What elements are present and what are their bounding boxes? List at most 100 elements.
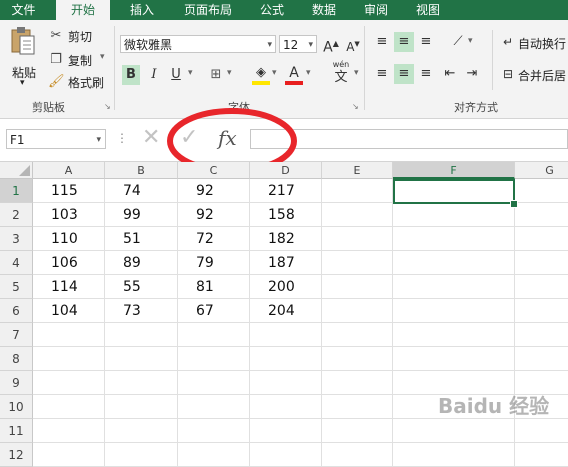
- cell-a7[interactable]: [33, 323, 105, 347]
- cell-f6[interactable]: [393, 299, 515, 323]
- cell-e9[interactable]: [322, 371, 393, 395]
- cell-a8[interactable]: [33, 347, 105, 371]
- cell-e2[interactable]: [322, 203, 393, 227]
- cell-e11[interactable]: [322, 419, 393, 443]
- column-header-g[interactable]: G: [515, 162, 568, 179]
- row-header-5[interactable]: 5: [0, 275, 33, 299]
- font-color-icon[interactable]: A: [285, 63, 303, 85]
- cell-f7[interactable]: [393, 323, 515, 347]
- row-header-11[interactable]: 11: [0, 419, 33, 443]
- align-center-icon[interactable]: ≡: [394, 64, 414, 84]
- cancel-icon[interactable]: ✕: [142, 125, 160, 150]
- chevron-down-icon[interactable]: ▾: [272, 68, 277, 78]
- cell-d12[interactable]: [250, 443, 322, 467]
- cell-b8[interactable]: [105, 347, 178, 371]
- italic-button[interactable]: I: [145, 65, 163, 85]
- cell-b4[interactable]: 89: [105, 251, 178, 275]
- cell-c9[interactable]: [178, 371, 250, 395]
- cell-g4[interactable]: [515, 251, 568, 275]
- cell-d9[interactable]: [250, 371, 322, 395]
- font-size-select[interactable]: 12 ▾: [279, 35, 317, 53]
- cell-g1[interactable]: [515, 179, 568, 203]
- cell-f11[interactable]: [393, 419, 515, 443]
- grow-font-icon[interactable]: A▲: [322, 34, 340, 58]
- row-header-9[interactable]: 9: [0, 371, 33, 395]
- phonetic-icon[interactable]: wén 文: [330, 60, 352, 88]
- cell-a4[interactable]: 106: [33, 251, 105, 275]
- cell-d4[interactable]: 187: [250, 251, 322, 275]
- cell-a10[interactable]: [33, 395, 105, 419]
- cell-e10[interactable]: [322, 395, 393, 419]
- row-header-6[interactable]: 6: [0, 299, 33, 323]
- cut-button[interactable]: 剪切: [68, 28, 92, 45]
- format-painter-button[interactable]: 格式刷: [68, 74, 104, 91]
- cell-g8[interactable]: [515, 347, 568, 371]
- tab-home[interactable]: 开始: [56, 0, 110, 22]
- row-header-10[interactable]: 10: [0, 395, 33, 419]
- more-options-icon[interactable]: ⋮: [116, 131, 128, 145]
- cell-f4[interactable]: [393, 251, 515, 275]
- chevron-down-icon[interactable]: ▾: [188, 68, 193, 78]
- cell-g6[interactable]: [515, 299, 568, 323]
- cell-g12[interactable]: [515, 443, 568, 467]
- cell-f5[interactable]: [393, 275, 515, 299]
- cell-e5[interactable]: [322, 275, 393, 299]
- cell-b10[interactable]: [105, 395, 178, 419]
- cell-b5[interactable]: 55: [105, 275, 178, 299]
- row-header-7[interactable]: 7: [0, 323, 33, 347]
- cell-e6[interactable]: [322, 299, 393, 323]
- cell-a1[interactable]: 115: [33, 179, 105, 203]
- underline-button[interactable]: U: [167, 65, 185, 85]
- cell-e4[interactable]: [322, 251, 393, 275]
- cell-a6[interactable]: 104: [33, 299, 105, 323]
- dialog-launcher-icon[interactable]: ↘: [352, 102, 359, 111]
- row-header-8[interactable]: 8: [0, 347, 33, 371]
- cell-b1[interactable]: 74: [105, 179, 178, 203]
- cell-g2[interactable]: [515, 203, 568, 227]
- selected-cell-f1[interactable]: [393, 179, 515, 204]
- shrink-font-icon[interactable]: A▼: [344, 34, 362, 57]
- decrease-indent-icon[interactable]: ⇤: [440, 64, 460, 84]
- cell-d10[interactable]: [250, 395, 322, 419]
- cell-d11[interactable]: [250, 419, 322, 443]
- chevron-down-icon[interactable]: ▾: [306, 68, 311, 78]
- align-right-icon[interactable]: ≡: [416, 64, 436, 84]
- cell-e1[interactable]: [322, 179, 393, 203]
- cell-d6[interactable]: 204: [250, 299, 322, 323]
- row-header-2[interactable]: 2: [0, 203, 33, 227]
- chevron-down-icon[interactable]: ▾: [468, 36, 473, 46]
- cell-c7[interactable]: [178, 323, 250, 347]
- column-header-e[interactable]: E: [322, 162, 393, 179]
- tab-formulas[interactable]: 公式: [252, 0, 292, 20]
- cell-b11[interactable]: [105, 419, 178, 443]
- merge-center-button[interactable]: 合并后居: [518, 67, 566, 84]
- cell-c1[interactable]: 92: [178, 179, 250, 203]
- bold-button[interactable]: B: [122, 65, 140, 85]
- cell-c11[interactable]: [178, 419, 250, 443]
- cell-c12[interactable]: [178, 443, 250, 467]
- cell-d3[interactable]: 182: [250, 227, 322, 251]
- tab-review[interactable]: 审阅: [356, 0, 396, 20]
- copy-button[interactable]: 复制: [68, 52, 92, 69]
- select-all-corner[interactable]: [0, 162, 33, 179]
- cell-a3[interactable]: 110: [33, 227, 105, 251]
- cell-a2[interactable]: 103: [33, 203, 105, 227]
- cell-c5[interactable]: 81: [178, 275, 250, 299]
- cell-f12[interactable]: [393, 443, 515, 467]
- cell-b2[interactable]: 99: [105, 203, 178, 227]
- tab-view[interactable]: 视图: [408, 0, 448, 20]
- increase-indent-icon[interactable]: ⇥: [462, 64, 482, 84]
- row-header-4[interactable]: 4: [0, 251, 33, 275]
- tab-page-layout[interactable]: 页面布局: [176, 0, 240, 20]
- dialog-launcher-icon[interactable]: ↘: [104, 102, 111, 111]
- cell-c4[interactable]: 79: [178, 251, 250, 275]
- cell-e7[interactable]: [322, 323, 393, 347]
- row-header-12[interactable]: 12: [0, 443, 33, 467]
- cell-g11[interactable]: [515, 419, 568, 443]
- column-header-b[interactable]: B: [105, 162, 178, 179]
- spreadsheet-grid[interactable]: ABCDEFG 1 2 3 4 5 6 7 8 9 10 11 12 115 74 92 217 103 99 9…: [0, 162, 568, 467]
- wrap-text-button[interactable]: 自动换行: [518, 35, 566, 52]
- tab-data[interactable]: 数据: [304, 0, 344, 20]
- cell-e3[interactable]: [322, 227, 393, 251]
- tab-file[interactable]: 文件: [0, 0, 47, 20]
